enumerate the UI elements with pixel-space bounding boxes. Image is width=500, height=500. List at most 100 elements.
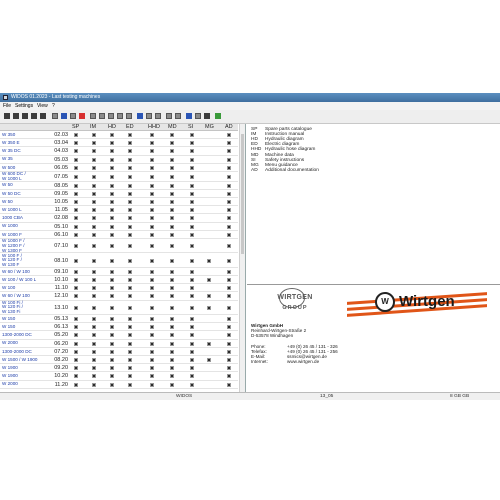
- document-icon-hhd[interactable]: [150, 165, 154, 170]
- document-icon-ed[interactable]: [128, 133, 132, 138]
- document-icon-im[interactable]: [92, 149, 96, 154]
- previous-fast-icon[interactable]: [13, 113, 19, 119]
- document-icon-hd[interactable]: [110, 374, 114, 379]
- document-icon-md[interactable]: [170, 333, 174, 338]
- document-icon-im[interactable]: [92, 258, 96, 263]
- document-icon-ed[interactable]: [128, 157, 132, 162]
- table-row[interactable]: W 100 Fi / W 120 Fi / W 130 Fi 13.10: [0, 300, 238, 315]
- document-icon-hd[interactable]: [110, 141, 114, 146]
- document-icon-hhd[interactable]: [150, 305, 154, 310]
- document-icon-si[interactable]: [190, 224, 194, 229]
- document-icon-si[interactable]: [190, 258, 194, 263]
- document-icon-si[interactable]: [190, 358, 194, 363]
- document-icon-md[interactable]: [170, 294, 174, 299]
- vertical-scrollbar[interactable]: [239, 124, 245, 392]
- table-row[interactable]: W 600 DC / W 1000 L 07.05: [0, 171, 238, 182]
- document-icon-ed[interactable]: [128, 191, 132, 196]
- document-icon-im[interactable]: [92, 382, 96, 387]
- document-icon-hhd[interactable]: [150, 278, 154, 283]
- document-icon-hd[interactable]: [110, 183, 114, 188]
- document-icon-hd[interactable]: [110, 382, 114, 387]
- document-icon-si[interactable]: [190, 333, 194, 338]
- document-icon-sp[interactable]: [74, 183, 78, 188]
- contact-value[interactable]: www.wirtgen.de: [287, 359, 319, 364]
- document-icon-md[interactable]: [170, 366, 174, 371]
- document-icon-md[interactable]: [170, 358, 174, 363]
- document-icon-hhd[interactable]: [150, 325, 154, 330]
- first-page-icon[interactable]: [4, 113, 10, 119]
- document-icon-ad[interactable]: [227, 258, 231, 263]
- document-icon-ad[interactable]: [227, 232, 231, 237]
- column-header-ad[interactable]: AD: [225, 124, 233, 131]
- document-icon-si[interactable]: [190, 366, 194, 371]
- document-icon-im[interactable]: [92, 224, 96, 229]
- grid-icon[interactable]: [146, 113, 152, 119]
- document-icon-im[interactable]: [92, 286, 96, 291]
- zoom-in-icon[interactable]: [99, 113, 105, 119]
- document-icon-md[interactable]: [170, 165, 174, 170]
- document-icon-mg[interactable]: [207, 305, 211, 310]
- document-icon-hd[interactable]: [110, 208, 114, 213]
- document-icon-si[interactable]: [190, 278, 194, 283]
- document-icon-im[interactable]: [92, 216, 96, 221]
- document-icon-hd[interactable]: [110, 305, 114, 310]
- document-icon-ed[interactable]: [128, 232, 132, 237]
- document-icon-ad[interactable]: [227, 269, 231, 274]
- document-icon-ad[interactable]: [227, 191, 231, 196]
- document-icon-si[interactable]: [190, 305, 194, 310]
- document-icon-sp[interactable]: [74, 258, 78, 263]
- document-icon-md[interactable]: [170, 278, 174, 283]
- document-icon-hd[interactable]: [110, 358, 114, 363]
- scroll-thumb[interactable]: [241, 134, 244, 254]
- document-icon-md[interactable]: [170, 200, 174, 205]
- document-icon-sp[interactable]: [74, 174, 78, 179]
- document-icon-md[interactable]: [170, 382, 174, 387]
- document-icon-im[interactable]: [92, 349, 96, 354]
- table-row[interactable]: W 2000 11.20: [0, 381, 238, 389]
- document-icon-hhd[interactable]: [150, 358, 154, 363]
- document-icon-im[interactable]: [92, 269, 96, 274]
- document-icon-im[interactable]: [92, 278, 96, 283]
- document-icon-sp[interactable]: [74, 216, 78, 221]
- table-icon[interactable]: [155, 113, 161, 119]
- document-icon-im[interactable]: [92, 191, 96, 196]
- document-icon-ad[interactable]: [227, 133, 231, 138]
- document-icon-si[interactable]: [190, 200, 194, 205]
- column-header-ed[interactable]: ED: [126, 124, 134, 131]
- document-icon-si[interactable]: [190, 341, 194, 346]
- document-icon-sp[interactable]: [74, 133, 78, 138]
- document-icon-hd[interactable]: [110, 191, 114, 196]
- document-icon-ad[interactable]: [227, 183, 231, 188]
- menu-help[interactable]: ?: [52, 102, 55, 110]
- column-header-hhd[interactable]: HHD: [148, 124, 160, 131]
- marker-icon[interactable]: [186, 113, 192, 119]
- document-icon-sp[interactable]: [74, 333, 78, 338]
- document-icon-md[interactable]: [170, 317, 174, 322]
- document-icon-hd[interactable]: [110, 286, 114, 291]
- edit-icon[interactable]: [204, 113, 210, 119]
- document-icon-si[interactable]: [190, 208, 194, 213]
- document-icon-sp[interactable]: [74, 382, 78, 387]
- last-page-icon[interactable]: [40, 113, 46, 119]
- document-icon-ad[interactable]: [227, 141, 231, 146]
- document-icon-si[interactable]: [190, 157, 194, 162]
- document-icon-si[interactable]: [190, 269, 194, 274]
- document-icon-hd[interactable]: [110, 349, 114, 354]
- table-row[interactable]: 1300-2000 DC 05.20: [0, 331, 238, 340]
- document-icon-im[interactable]: [92, 358, 96, 363]
- document-icon-hd[interactable]: [110, 149, 114, 154]
- document-icon-sp[interactable]: [74, 208, 78, 213]
- document-icon-md[interactable]: [170, 141, 174, 146]
- document-icon-ad[interactable]: [227, 374, 231, 379]
- document-icon-sp[interactable]: [74, 149, 78, 154]
- save-icon[interactable]: [61, 113, 67, 119]
- column-header-mg[interactable]: MG: [205, 124, 214, 131]
- document-icon-md[interactable]: [170, 157, 174, 162]
- document-icon-hd[interactable]: [110, 216, 114, 221]
- document-icon-ed[interactable]: [128, 208, 132, 213]
- document-icon-hhd[interactable]: [150, 141, 154, 146]
- document-icon-si[interactable]: [190, 349, 194, 354]
- document-icon-ad[interactable]: [227, 317, 231, 322]
- document-icon-ed[interactable]: [128, 374, 132, 379]
- column-header-sp[interactable]: SP: [72, 124, 79, 131]
